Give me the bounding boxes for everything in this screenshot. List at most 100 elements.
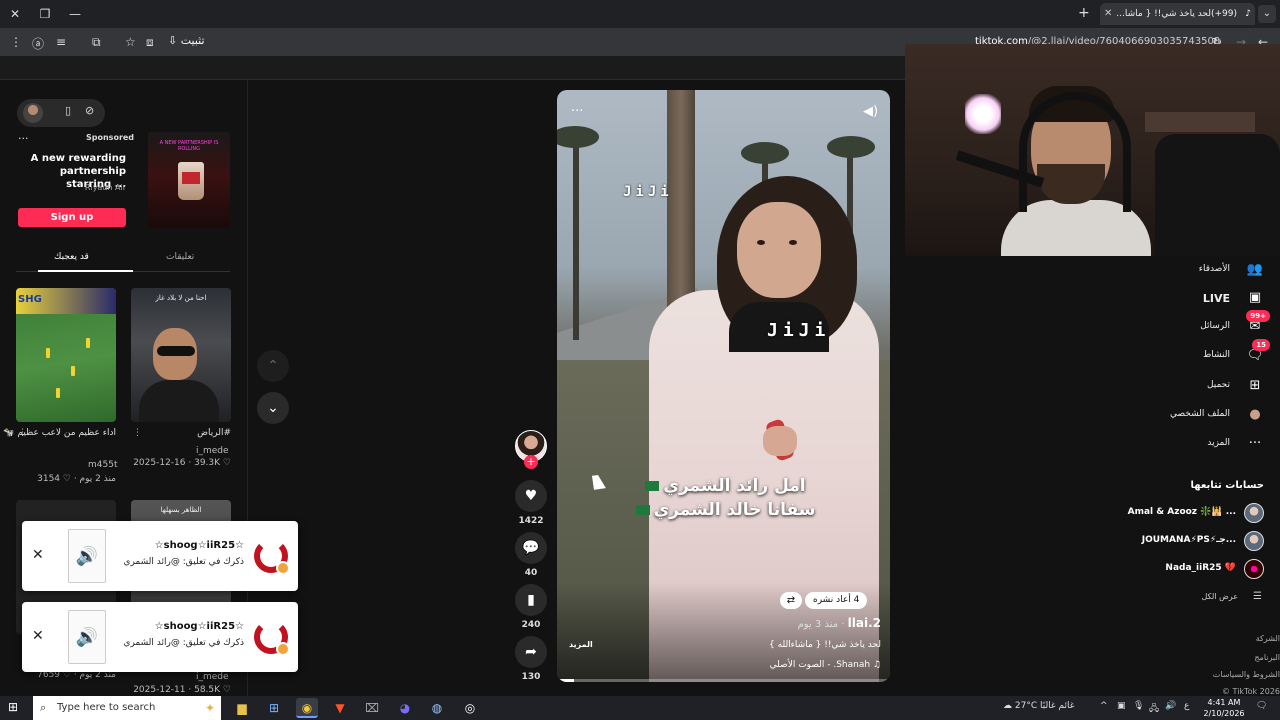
nav-profile[interactable]: ● الملف الشخصي (1104, 406, 1264, 426)
ad-signup-button[interactable]: Sign up (18, 208, 126, 227)
video-author-2[interactable]: i_mede (196, 446, 229, 456)
bookmark-star-icon[interactable]: ☆ (125, 35, 136, 49)
tab-search-icon[interactable]: ⌄ (1258, 5, 1276, 23)
new-tab-button[interactable]: + (1078, 5, 1090, 21)
window-restore-icon[interactable]: ❐ (36, 6, 54, 22)
reading-mode-icon[interactable]: ⧈ (146, 35, 154, 50)
tab-close-icon[interactable]: ✕ (1104, 3, 1112, 25)
store-icon[interactable]: ⊞ (263, 698, 285, 718)
video-options-icon[interactable]: ··· (571, 104, 583, 119)
windows-start-icon[interactable]: ⊞ (8, 700, 18, 714)
save-button[interactable]: ▮ (515, 584, 547, 616)
next-video-button[interactable]: ⌄ (257, 392, 289, 424)
avatar[interactable] (23, 103, 43, 123)
following-account[interactable]: Nada_iiR25 💔 (1124, 559, 1264, 579)
more-options-icon[interactable]: ⋮ (133, 428, 142, 438)
more-options-icon[interactable]: ⋮ (18, 428, 27, 438)
profile-icon[interactable]: ⓐ (32, 35, 44, 52)
nav-activity[interactable]: 🗨 15 النشاط (1104, 339, 1270, 367)
close-icon[interactable]: ✕ (32, 547, 44, 563)
avatar[interactable] (1244, 559, 1264, 579)
comment-icon: 💬 (522, 540, 540, 556)
account-pill[interactable]: ▯ ⊘ (17, 99, 105, 127)
windows-taskbar: ⊞ ⌕ Type here to search ✦ ▆ ⊞ ◉ ▼ ⌧ ◕ ◍ … (0, 696, 1280, 720)
chrome-icon[interactable]: ◉ (296, 698, 318, 718)
video-author[interactable]: llai.2 · منذ 3 يوم (757, 616, 881, 630)
comment-count: 40 (524, 568, 538, 578)
nav-label: الأصدقاء (1198, 264, 1230, 274)
taskbar-clock[interactable]: 4:41 AM 2/10/2026 (1197, 697, 1251, 719)
weather-widget[interactable]: ☁ 27°C غائم غالبًا (1003, 701, 1074, 711)
install-app-button[interactable]: ⇩ تثبيت (168, 34, 205, 47)
like-count: 1422 (518, 516, 544, 526)
network-icon[interactable]: 🖧 (1149, 701, 1159, 717)
nav-more[interactable]: ··· المزيد (1104, 435, 1264, 455)
comment-button[interactable]: 💬 (515, 532, 547, 564)
window-minimize-icon[interactable]: — (66, 6, 84, 22)
follow-plus-icon[interactable]: + (524, 455, 538, 469)
video-author-1[interactable]: m455t (88, 460, 117, 470)
avatar[interactable] (1244, 531, 1264, 551)
repost-icon[interactable]: ⇄ (780, 592, 802, 609)
video-title-2[interactable]: #الرياض (131, 428, 231, 438)
repost-badge[interactable]: 4 أعاد نشره (805, 592, 868, 609)
nav-friends[interactable]: 👥 الأصدقاء (1104, 261, 1264, 281)
ad-image[interactable]: A NEW PARTNERSHIP IS ROLLING (148, 132, 230, 228)
close-icon[interactable]: ✕ (32, 628, 44, 644)
file-explorer-icon[interactable]: ▆ (231, 698, 253, 718)
video-author-3[interactable]: i_mede (196, 672, 229, 682)
discord-icon[interactable]: ◕ (394, 698, 416, 718)
avatar[interactable] (1244, 503, 1264, 523)
app-icon[interactable]: ⌧ (361, 698, 383, 718)
language-indicator[interactable]: ع (1184, 701, 1189, 711)
menu-kebab-icon[interactable]: ⋮ (10, 35, 22, 49)
tab-tiktok[interactable]: ✕ (99+)لحد ياخذ شي!! { ماشا... ♪ (1100, 3, 1255, 25)
volume-icon[interactable]: 🔊 (1165, 701, 1176, 711)
video-thumbnail-1[interactable]: SHG (16, 288, 116, 422)
nav-live[interactable]: ▣ LIVE (1104, 289, 1264, 309)
like-button[interactable]: ♥ (515, 480, 547, 512)
see-all-link[interactable]: ☰ عرض الكل (1184, 591, 1264, 605)
video-music[interactable]: ♫ Shanah. - الصوت الأصلي (657, 660, 881, 670)
ad-options-icon[interactable]: ··· (18, 132, 29, 145)
footer-link[interactable]: الشركة (1256, 634, 1280, 643)
microphone-icon[interactable]: 🎙 (1133, 701, 1144, 711)
volume-icon[interactable]: ◀) (863, 104, 878, 119)
tab-you-may-like[interactable]: قد يعجبك (54, 252, 89, 262)
steam-icon[interactable]: ◍ (426, 698, 448, 718)
nav-upload[interactable]: ⊞ تحميل (1104, 377, 1264, 397)
phone-icon[interactable]: ▯ (65, 104, 71, 117)
following-account[interactable]: Amal & Azooz ❇️🕌 ... (1124, 503, 1264, 523)
following-account[interactable]: JOUMANA⚡PS⚡جـ... (1124, 531, 1264, 551)
brave-icon[interactable]: ▼ (329, 698, 351, 718)
window-close-icon[interactable]: ✕ (6, 6, 24, 22)
author-handle[interactable]: llai.2 (848, 616, 881, 630)
notifications-icon[interactable]: 🗨 (1256, 701, 1267, 711)
taskbar-search-input[interactable]: ⌕ Type here to search ✦ (33, 696, 221, 720)
video-title-1[interactable]: اداء عظيم من لاعب عظيم 🐄 النسر... (0, 428, 116, 438)
tray-app-icon[interactable]: ▣ (1117, 701, 1126, 711)
nav-messages[interactable]: ✉ 99+ الرسائل (1104, 310, 1270, 338)
previous-video-button[interactable]: ⌃ (257, 350, 289, 382)
obs-icon[interactable]: ◎ (459, 698, 481, 718)
footer-link[interactable]: الشروط والسياسات (1213, 670, 1280, 679)
compass-icon[interactable]: ⊘ (85, 104, 94, 117)
video-thumbnail-2[interactable]: احنا من لا بلاد غاز (131, 288, 231, 422)
saudi-flag-icon (645, 481, 660, 491)
notification-toast[interactable]: ✕ 🔊 ☆shoog☆iiR25☆ ذكرك في تعليق: @رائد ا… (22, 521, 298, 591)
tab-comments[interactable]: تعليقات (166, 252, 194, 262)
video-date: 2025-12-11 (133, 685, 186, 695)
thumbnail-caption: احنا من لا بلاد غاز (155, 294, 207, 302)
share-button[interactable]: ➦ (515, 636, 547, 668)
video-progress-bar[interactable] (557, 679, 890, 682)
footer-link[interactable]: البرنامج (1254, 653, 1280, 662)
notification-toast[interactable]: ✕ 🔊 ☆shoog☆iiR25☆ ذكرك في تعليق: @رائد ا… (22, 602, 298, 672)
see-more-link[interactable]: المزيد (569, 640, 593, 649)
video-player[interactable]: ··· ◀) JiJi JiJi امل رائد الشمري سفانا خ… (557, 90, 890, 682)
player (46, 348, 50, 358)
search-placeholder: Type here to search (57, 702, 156, 713)
tray-expand-icon[interactable]: ^ (1100, 701, 1108, 711)
player (56, 388, 60, 398)
media-controls-icon[interactable]: ≡ (56, 35, 66, 49)
extensions-icon[interactable]: ⧉ (92, 35, 101, 50)
